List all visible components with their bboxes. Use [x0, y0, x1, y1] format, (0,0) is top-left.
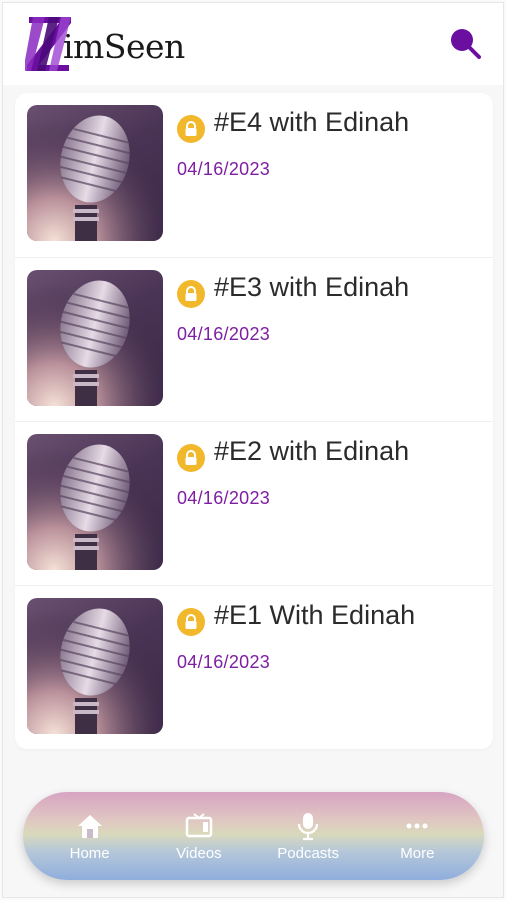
bottom-nav: Home Videos Podcasts More	[23, 792, 484, 880]
episode-thumbnail	[27, 105, 163, 241]
episode-thumbnail	[27, 270, 163, 406]
episode-date: 04/16/2023	[177, 159, 271, 179]
app-frame: imSeen #E4 with Edinah 04/16/2023 #E3 wi…	[2, 2, 504, 898]
lock-badge	[177, 444, 205, 472]
microphone-icon	[293, 811, 323, 841]
episode-thumbnail	[27, 434, 163, 570]
nav-more[interactable]: More	[367, 811, 467, 862]
episode-thumbnail	[27, 598, 163, 734]
lock-icon	[185, 450, 197, 465]
episode-date: 04/16/2023	[177, 488, 271, 508]
nav-label: Home	[69, 844, 110, 862]
episode-item[interactable]: #E1 With Edinah 04/16/2023	[15, 585, 493, 749]
episode-item[interactable]: #E2 with Edinah 04/16/2023	[15, 421, 493, 585]
episode-title: #E1 With Edinah	[214, 600, 416, 630]
tv-icon	[184, 811, 214, 841]
episode-title: #E3 with Edinah	[214, 272, 410, 302]
episode-list: #E4 with Edinah 04/16/2023 #E3 with Edin…	[15, 93, 493, 749]
episode-title: #E4 with Edinah	[214, 107, 410, 137]
episode-date: 04/16/2023	[177, 324, 271, 344]
microphone-image	[27, 434, 163, 570]
nav-label: More	[400, 844, 435, 862]
more-dots-icon	[402, 811, 432, 841]
logo-text: imSeen	[63, 27, 185, 66]
lock-badge	[177, 115, 205, 143]
app-header: imSeen	[3, 3, 503, 85]
nav-videos[interactable]: Videos	[149, 811, 249, 862]
search-button[interactable]	[447, 25, 483, 61]
episode-item[interactable]: #E3 with Edinah 04/16/2023	[15, 257, 493, 421]
microphone-image	[27, 270, 163, 406]
episode-date: 04/16/2023	[177, 652, 271, 672]
lock-badge	[177, 280, 205, 308]
episode-title: #E2 with Edinah	[214, 436, 410, 466]
lock-icon	[185, 614, 197, 629]
nav-label: Videos	[176, 844, 222, 862]
home-icon	[75, 811, 105, 841]
nav-podcasts[interactable]: Podcasts	[258, 811, 358, 862]
search-icon	[451, 29, 481, 59]
app-logo[interactable]: imSeen	[25, 11, 185, 73]
episode-item[interactable]: #E4 with Edinah 04/16/2023	[15, 93, 493, 257]
microphone-image	[27, 105, 163, 241]
nav-label: Podcasts	[277, 844, 339, 862]
lock-icon	[185, 121, 197, 136]
nav-home[interactable]: Home	[40, 811, 140, 862]
lock-badge	[177, 608, 205, 636]
microphone-image	[27, 598, 163, 734]
lock-icon	[185, 286, 197, 301]
